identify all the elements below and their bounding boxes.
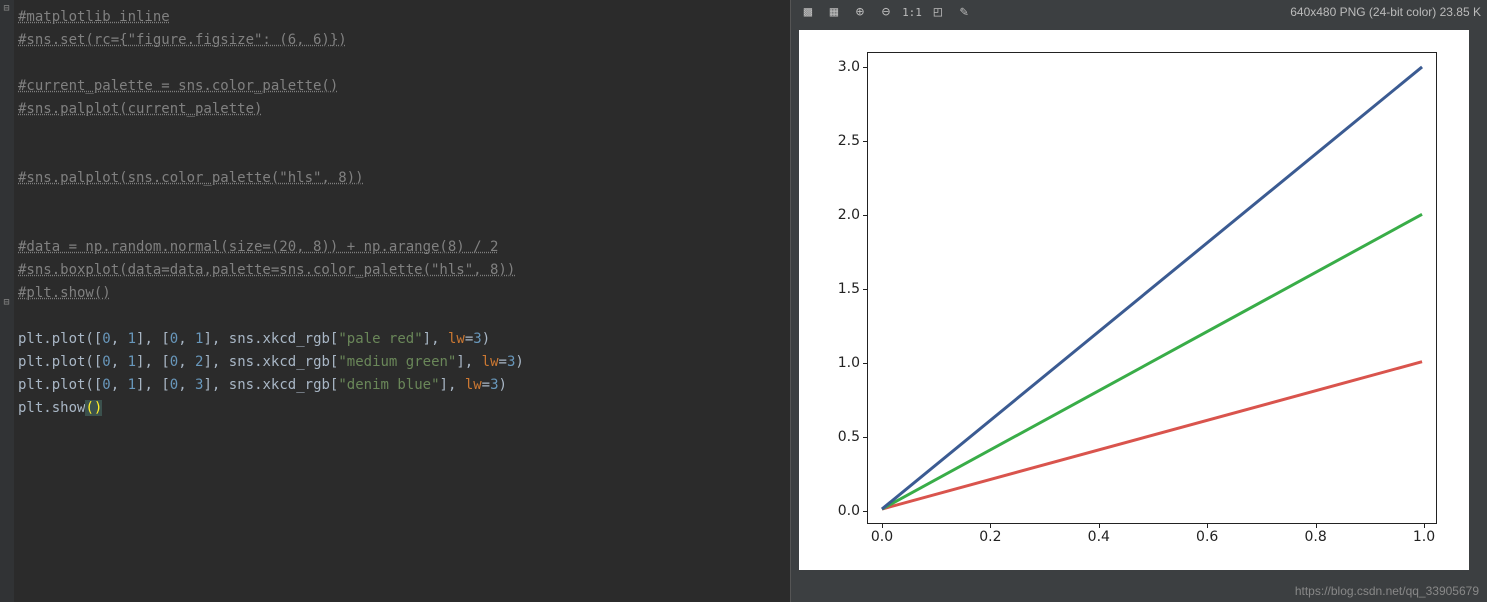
image-info-label: 640x480 PNG (24-bit color) 23.85 K: [1290, 5, 1487, 19]
editor-gutter: ⊟ ⊟: [0, 0, 14, 602]
chart-canvas: 0.00.51.01.52.02.53.00.00.20.40.60.81.0: [799, 30, 1469, 570]
one-to-one-icon[interactable]: 1:1: [903, 3, 921, 21]
box-icon[interactable]: ◰: [929, 3, 947, 21]
series-line: [882, 67, 1422, 509]
fold-icon[interactable]: ⊟: [2, 4, 11, 13]
fold-icon[interactable]: ⊟: [2, 298, 11, 307]
zoom-in-icon[interactable]: ⊕: [851, 3, 869, 21]
series-line: [882, 214, 1422, 509]
chart-holder: 0.00.51.01.52.02.53.00.00.20.40.60.81.0: [791, 24, 1487, 602]
workspace: ⊟ ⊟ #matplotlib inline #sns.set(rc={"fig…: [0, 0, 1487, 602]
fold-handles: ⊟ ⊟: [2, 0, 12, 602]
eyedropper-icon[interactable]: ✎: [955, 3, 973, 21]
code-block[interactable]: #matplotlib inline #sns.set(rc={"figure.…: [18, 6, 790, 420]
checker-icon[interactable]: ▩: [799, 3, 817, 21]
grid-icon[interactable]: ▦: [825, 3, 843, 21]
series-line: [882, 362, 1422, 509]
zoom-out-icon[interactable]: ⊖: [877, 3, 895, 21]
viewer-toolbar: ▩ ▦ ⊕ ⊖ 1:1 ◰ ✎ 640x480 PNG (24-bit colo…: [791, 0, 1487, 24]
watermark-label: https://blog.csdn.net/qq_33905679: [1295, 584, 1479, 598]
chart-lines: [868, 53, 1436, 523]
chart-axes: 0.00.51.01.52.02.53.00.00.20.40.60.81.0: [867, 52, 1437, 524]
image-viewer: ▩ ▦ ⊕ ⊖ 1:1 ◰ ✎ 640x480 PNG (24-bit colo…: [790, 0, 1487, 602]
code-editor[interactable]: ⊟ ⊟ #matplotlib inline #sns.set(rc={"fig…: [0, 0, 790, 602]
